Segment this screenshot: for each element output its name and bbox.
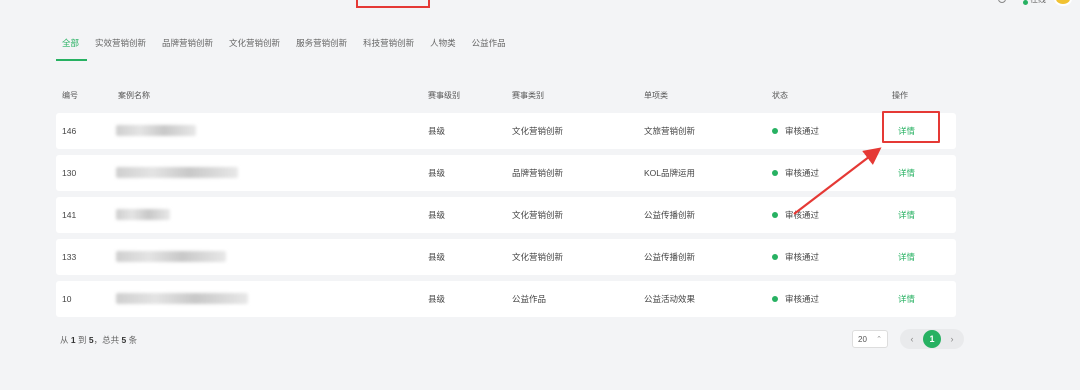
status-dot-icon — [772, 169, 778, 176]
prev-page-button[interactable]: ‹ — [904, 331, 920, 347]
row-category: 文化营销创新 — [512, 126, 564, 136]
column-header-level: 赛事级别 — [428, 91, 460, 100]
tab-service-marketing[interactable]: 服务营销创新 — [288, 34, 355, 60]
row-name-redacted — [116, 125, 196, 136]
table-header: 编号 案例名称 赛事级别 赛事类别 单项类 状态 操作 — [56, 84, 956, 104]
column-header-category: 赛事类别 — [512, 91, 544, 100]
row-level: 县级 — [428, 126, 446, 136]
status-dot-icon — [772, 295, 778, 302]
top-bar: 在线 — [0, 0, 1080, 10]
tab-tech-marketing[interactable]: 科技营销创新 — [355, 34, 422, 60]
online-label: 在线 — [1030, 0, 1046, 5]
row-status: 审核通过 — [772, 155, 819, 191]
chevron-up-icon: ⌃ — [876, 336, 882, 343]
column-header-action: 操作 — [892, 91, 908, 100]
detail-link[interactable]: 详情 — [898, 155, 915, 191]
table-row: 146 县级 文化营销创新 文旅营销创新 审核通过 详情 — [56, 113, 956, 149]
summary-to-word: 到 — [78, 335, 87, 345]
column-header-id: 编号 — [62, 91, 78, 100]
column-header-status: 状态 — [772, 91, 788, 100]
row-category: 公益作品 — [512, 294, 547, 304]
tab-people[interactable]: 人物类 — [422, 34, 464, 60]
row-status: 审核通过 — [772, 239, 819, 275]
online-status-dot — [1023, 0, 1028, 5]
row-id: 141 — [62, 210, 77, 220]
row-level: 县级 — [428, 210, 446, 220]
row-status-text: 审核通过 — [785, 210, 820, 220]
table-row: 130 县级 品牌营销创新 KOL品牌运用 审核通过 详情 — [56, 155, 956, 191]
row-name-redacted — [116, 251, 226, 262]
next-page-button[interactable]: › — [944, 331, 960, 347]
detail-link[interactable]: 详情 — [898, 197, 915, 233]
status-dot-icon — [772, 253, 778, 260]
page-buttons: ‹ 1 › — [900, 329, 964, 349]
row-status-text: 审核通过 — [785, 126, 820, 136]
row-category: 文化营销创新 — [512, 252, 564, 262]
row-status-text: 审核通过 — [785, 252, 820, 262]
tab-public-welfare[interactable]: 公益作品 — [464, 34, 514, 60]
summary-total-word: ，总共 — [93, 335, 120, 345]
bell-icon[interactable] — [998, 0, 1006, 3]
row-level: 县级 — [428, 294, 446, 304]
page-size-value: 20 — [858, 334, 867, 344]
tab-all[interactable]: 全部 — [56, 34, 88, 61]
summary-from: 1 — [70, 335, 76, 345]
summary-total: 5 — [121, 335, 127, 345]
detail-link[interactable]: 详情 — [898, 281, 915, 317]
row-id: 130 — [62, 168, 77, 178]
row-name-redacted — [116, 167, 238, 178]
summary-prefix: 从 — [60, 335, 69, 345]
detail-link[interactable]: 详情 — [898, 239, 915, 275]
pagination-summary: 从 1 到 5，总共 5 条 — [60, 334, 137, 346]
table-row: 133 县级 文化营销创新 公益传播创新 审核通过 详情 — [56, 239, 956, 275]
row-id: 10 — [62, 294, 72, 304]
avatar[interactable] — [1054, 0, 1072, 6]
status-dot-icon — [772, 127, 778, 134]
status-dot-icon — [772, 211, 778, 218]
row-name-redacted — [116, 209, 170, 220]
row-item: 公益活动效果 — [644, 294, 696, 304]
annotation-box-top — [356, 0, 430, 8]
tab-effective-marketing[interactable]: 实效营销创新 — [87, 34, 154, 60]
row-item: 公益传播创新 — [644, 210, 696, 220]
row-status-text: 审核通过 — [785, 294, 820, 304]
row-item: KOL品牌运用 — [644, 168, 696, 178]
row-name-redacted — [116, 293, 248, 304]
row-id: 133 — [62, 252, 77, 262]
category-tabs: 全部 实效营销创新 品牌营销创新 文化营销创新 服务营销创新 科技营销创新 人物… — [56, 34, 514, 61]
row-item: 文旅营销创新 — [644, 126, 696, 136]
row-id: 146 — [62, 126, 77, 136]
row-category: 文化营销创新 — [512, 210, 564, 220]
row-status: 审核通过 — [772, 197, 819, 233]
column-header-item: 单项类 — [644, 91, 668, 100]
tab-brand-marketing[interactable]: 品牌营销创新 — [154, 34, 221, 60]
column-header-name: 案例名称 — [118, 91, 150, 100]
row-item: 公益传播创新 — [644, 252, 696, 262]
row-status: 审核通过 — [772, 113, 819, 149]
page-size-select[interactable]: 20 ⌃ — [852, 330, 888, 348]
table-row: 141 县级 文化营销创新 公益传播创新 审核通过 详情 — [56, 197, 956, 233]
summary-unit: 条 — [128, 335, 138, 345]
row-level: 县级 — [428, 252, 446, 262]
current-page-button[interactable]: 1 — [923, 330, 941, 348]
row-status: 审核通过 — [772, 281, 819, 317]
annotation-box-detail — [882, 111, 940, 143]
table-row: 10 县级 公益作品 公益活动效果 审核通过 详情 — [56, 281, 956, 317]
row-status-text: 审核通过 — [785, 168, 820, 178]
row-category: 品牌营销创新 — [512, 168, 564, 178]
row-level: 县级 — [428, 168, 446, 178]
tab-culture-marketing[interactable]: 文化营销创新 — [221, 34, 288, 60]
pagination: 20 ⌃ ‹ 1 › — [852, 329, 964, 349]
